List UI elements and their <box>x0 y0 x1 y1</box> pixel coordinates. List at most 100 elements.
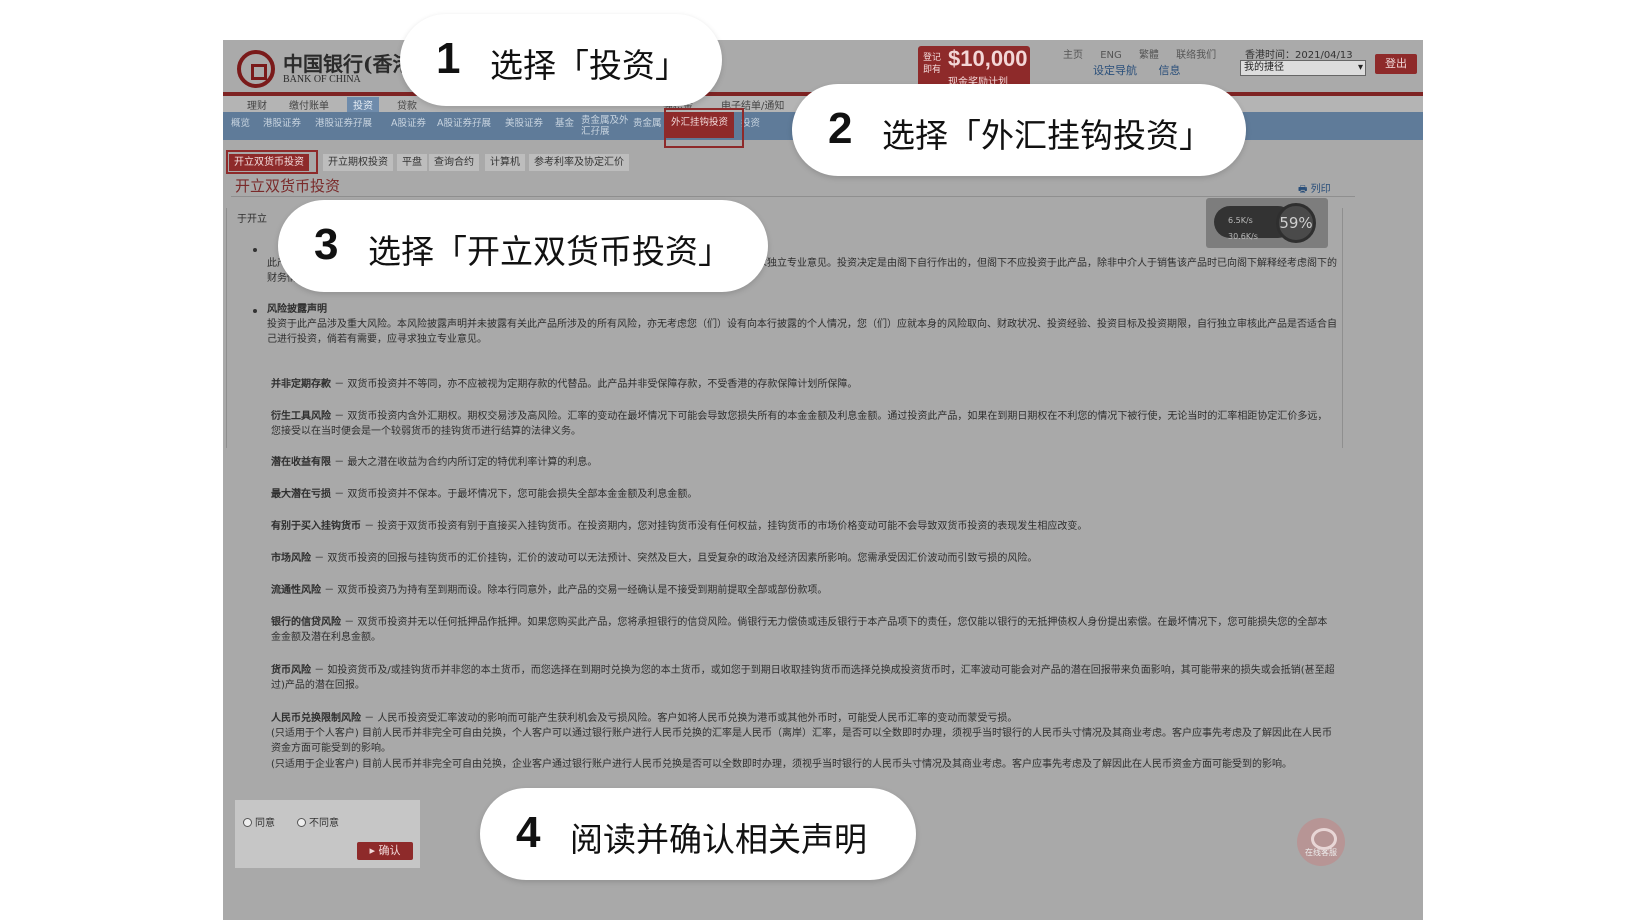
online-chat-icon[interactable]: 在线客服 <box>1297 818 1345 866</box>
risk-text: － 投资于双货币投资有别于直接买入挂钩货币。在投资期内，您对挂钩货币没有任何权益… <box>364 521 1088 532</box>
risk-item: 最大潜在亏损 － 双货币投资并不保本。于最坏情况下，您可能会损失全部本金金额及利… <box>271 487 1337 502</box>
subnav-us-stocks[interactable]: 美股证券 <box>505 115 543 129</box>
risk-title: 人民币兑换限制风险 <box>271 713 361 724</box>
disagree-radio[interactable]: 不同意 <box>297 814 339 829</box>
agree-radio[interactable]: 同意 <box>243 814 275 829</box>
risk-title: 衍生工具风险 <box>271 411 331 422</box>
subnav-a-shares[interactable]: A股证券 <box>391 115 426 129</box>
download-speed: 30.6K/s <box>1228 232 1258 241</box>
risk-item: 潜在收益有限 － 最大之潜在收益为合约内所订定的特优利率计算的利息。 <box>271 455 1337 470</box>
radio-icon <box>297 818 306 827</box>
promo-banner[interactable]: 登记即有 $10,000 现金奖励计划 <box>918 46 1030 88</box>
disagree-label: 不同意 <box>309 818 339 829</box>
print-label: 列印 <box>1310 184 1331 195</box>
nav-investment[interactable]: 投资 <box>347 97 379 112</box>
logo-en: BANK OF CHINA <box>283 74 361 85</box>
nav-wealth[interactable]: 理财 <box>247 97 267 112</box>
nav-bill-payment[interactable]: 缴付账单 <box>289 97 329 112</box>
risk-text: － 人民币投资受汇率波动的影响而可能产生获利机会及亏损风险。客户如将人民币兑换为… <box>364 713 1018 724</box>
subnav-metals[interactable]: 贵金属 <box>633 115 662 129</box>
risk-text: － 双货币投资并不保本。于最坏情况下，您可能会损失全部本金金额及利息金额。 <box>334 489 698 500</box>
risk-text: － 双货币投资内含外汇期权。期权交易涉及高风险。汇率的变动在最坏情况下可能会导致… <box>271 411 1328 437</box>
content-frame-left <box>226 208 227 448</box>
risk-item: 有别于买入挂钩货币 － 投资于双货币投资有别于直接买入挂钩货币。在投资期内，您对… <box>271 519 1337 534</box>
step-text: 选择「外汇挂钩投资」 <box>882 116 1212 155</box>
rmb-note-corporate: (只适用于企业客户) 目前人民币并非完全可自由兑换，企业客户通过银行账户进行人民… <box>271 759 1292 770</box>
tab-close-position[interactable]: 平盘 <box>397 154 427 171</box>
tab-reference-rates[interactable]: 参考利率及协定汇价 <box>529 154 629 171</box>
risk-title: 有别于买入挂钩货币 <box>271 521 361 532</box>
step-number: 4 <box>516 808 541 857</box>
top-links: 主页 ENG 繁體 联络我们 <box>1063 46 1230 61</box>
callout-step-2: 2 选择「外汇挂钩投资」 <box>792 84 1246 176</box>
tutorial-stage: 中国银行(香港) BANK OF CHINA 登记即有 $10,000 现金奖励… <box>0 0 1638 920</box>
paragraph-risk-disclosure: 投资于此产品涉及重大风险。本风险披露声明并未披露有关此产品所涉及的所有风险，亦无… <box>267 319 1337 345</box>
risk-item: 流通性风险 － 双货币投资乃为持有至到期而设。除本行同意外，此产品的交易一经确认… <box>271 583 1337 598</box>
link-home[interactable]: 主页 <box>1063 50 1083 61</box>
risk-text: － 最大之潜在收益为合约内所订定的特优利率计算的利息。 <box>334 457 598 468</box>
link-contact[interactable]: 联络我们 <box>1176 50 1216 61</box>
risk-title: 并非定期存款 <box>271 379 331 390</box>
step-text: 选择「投资」 <box>490 46 688 85</box>
radio-icon <box>243 818 252 827</box>
logout-button[interactable]: 登出 <box>1375 54 1417 74</box>
risk-title: 最大潜在亏损 <box>271 489 331 500</box>
risk-title: 流通性风险 <box>271 585 321 596</box>
boc-logo-icon <box>237 50 275 88</box>
network-speed-widget: 6.5K/s 30.6K/s 59% <box>1206 198 1328 248</box>
step-number: 1 <box>436 34 461 83</box>
shortcut-select[interactable]: 我的捷径 <box>1240 60 1366 76</box>
risk-text: － 如投资货币及/或挂钩货币并非您的本土货币，而您选择在到期时兑换为您的本土货币… <box>271 665 1335 691</box>
consent-box: 同意 不同意 ▸ 确认 <box>235 800 420 868</box>
highlight-fx-linked <box>664 108 744 148</box>
risk-text: － 双货币投资的回报与挂钩货币的汇价挂钩，汇价的波动可以无法预计、突然及巨大，且… <box>314 553 1038 564</box>
content-frame-right <box>1342 208 1343 448</box>
bullet-1 <box>253 248 257 252</box>
risk-item: 并非定期存款 － 双货币投资并不等同，亦不应被视为定期存款的代替品。此产品并非受… <box>271 377 1337 392</box>
subnav-funds[interactable]: 基金 <box>555 115 574 129</box>
highlight-open-dci <box>226 150 318 174</box>
subnav-metals-fx-margin[interactable]: 贵金属及外汇孖展 <box>581 115 629 137</box>
risk-title: 市场风险 <box>271 553 311 564</box>
upload-speed: 6.5K/s <box>1228 216 1253 225</box>
tab-calculator[interactable]: 计算机 <box>485 154 525 171</box>
step-number: 3 <box>314 220 339 269</box>
link-messages[interactable]: 信息 <box>1159 64 1181 77</box>
promo-small: 登记即有 <box>923 53 942 75</box>
print-link[interactable]: 🖶 列印 <box>1298 180 1331 199</box>
link-eng[interactable]: ENG <box>1100 50 1122 61</box>
subnav-hk-margin[interactable]: 港股证券孖展 <box>315 115 372 129</box>
confirm-button[interactable]: ▸ 确认 <box>357 842 413 860</box>
subnav-a-margin[interactable]: A股证券孖展 <box>437 115 491 129</box>
agree-label: 同意 <box>255 818 275 829</box>
step-text: 选择「开立双货币投资」 <box>368 232 731 271</box>
link-set-nav[interactable]: 设定导航 <box>1093 64 1137 77</box>
step-text: 阅读并确认相关声明 <box>570 820 867 859</box>
link-traditional[interactable]: 繁體 <box>1139 50 1159 61</box>
nav-loans[interactable]: 贷款 <box>397 97 417 112</box>
risk-text: － 双货币投资并不等同，亦不应被视为定期存款的代替品。此产品并非受保障存款，不受… <box>334 379 858 390</box>
speed-percent: 59% <box>1276 203 1316 243</box>
subnav-overview[interactable]: 概览 <box>231 115 250 129</box>
risk-item: 银行的信贷风险 － 双货币投资并无以任何抵押品作抵押。如果您购买此产品，您将承担… <box>271 615 1337 645</box>
tab-open-option[interactable]: 开立期权投资 <box>323 154 393 171</box>
risk-text: － 双货币投资乃为持有至到期而设。除本行同意外，此产品的交易一经确认是不接受到期… <box>324 585 828 596</box>
risk-item: 市场风险 － 双货币投资的回报与挂钩货币的汇价挂钩，汇价的波动可以无法预计、突然… <box>271 551 1337 566</box>
risk-text: － 双货币投资并无以任何抵押品作抵押。如果您购买此产品，您将承担银行的信贷风险。… <box>271 617 1328 643</box>
risk-title: 货币风险 <box>271 665 311 676</box>
bullet-2 <box>253 309 257 313</box>
page-title: 开立双货币投资 <box>235 177 341 195</box>
callout-step-3: 3 选择「开立双货币投资」 <box>278 200 768 292</box>
risk-title: 银行的信贷风险 <box>271 617 341 628</box>
confirm-label: 确认 <box>378 844 401 857</box>
risk-title: 潜在收益有限 <box>271 457 331 468</box>
title-divider <box>231 196 1355 197</box>
intro-text: 于开立 <box>237 214 267 225</box>
chat-label: 在线客服 <box>1305 848 1337 857</box>
promo-amount: $10,000 <box>948 46 1028 71</box>
hk-time: 香港时间：2021/04/13 <box>1245 50 1353 61</box>
subnav-hk-stocks[interactable]: 港股证券 <box>263 115 301 129</box>
tab-query-contract[interactable]: 查询合约 <box>429 154 479 171</box>
step-number: 2 <box>828 104 853 153</box>
risk-item: 人民币兑换限制风险 － 人民币投资受汇率波动的影响而可能产生获利机会及亏损风险。… <box>271 711 1337 726</box>
